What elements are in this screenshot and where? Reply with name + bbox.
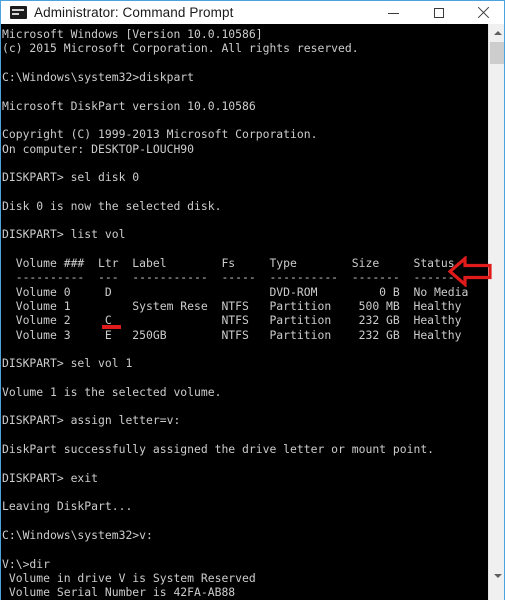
close-icon — [477, 6, 490, 19]
window-title: Administrator: Command Prompt — [34, 5, 234, 20]
scroll-thumb[interactable] — [490, 42, 504, 64]
command-prompt-window: Administrator: Command Prompt Microsoft … — [0, 0, 505, 600]
scroll-up-arrow[interactable] — [489, 24, 504, 41]
close-button[interactable] — [461, 1, 504, 25]
command-prompt-icon — [10, 6, 27, 19]
title-bar[interactable]: Administrator: Command Prompt — [1, 0, 504, 25]
minimize-icon — [388, 13, 399, 14]
console-scrollbar[interactable] — [488, 24, 504, 600]
minimize-button[interactable] — [371, 1, 416, 25]
maximize-icon — [433, 7, 444, 18]
scroll-down-arrow[interactable] — [489, 567, 504, 584]
console-area[interactable]: Microsoft Windows [Version 10.0.10586] (… — [1, 24, 504, 600]
console-output[interactable]: Microsoft Windows [Version 10.0.10586] (… — [1, 24, 488, 600]
maximize-button[interactable] — [416, 1, 461, 25]
window-controls — [371, 1, 504, 25]
annotation-underline — [102, 325, 121, 329]
